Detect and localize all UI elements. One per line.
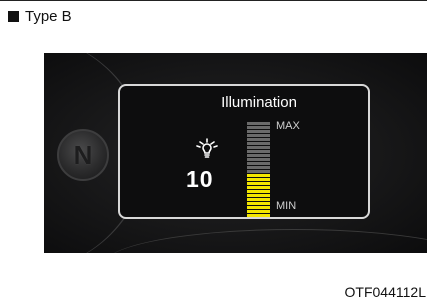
level-segment [247, 162, 270, 165]
instrument-cluster-panel: N Illumination 10 MAX MIN [44, 53, 427, 253]
figure-code: OTF044112L [344, 284, 426, 300]
level-segment [247, 134, 270, 137]
bullet-square-icon [8, 10, 19, 22]
level-segment [247, 158, 270, 161]
min-label: MIN [276, 200, 297, 212]
level-segment [247, 170, 270, 173]
illumination-level-value: 10 [186, 166, 214, 192]
display-title: Illumination [221, 94, 297, 111]
max-label: MAX [276, 120, 300, 132]
illumination-display: Illumination 10 MAX MIN [118, 84, 370, 219]
level-segment [247, 194, 270, 197]
level-segment [247, 206, 270, 209]
figure-caption: Type B [8, 5, 72, 27]
level-segment [247, 202, 270, 205]
level-segment [247, 130, 270, 133]
level-segment [247, 142, 270, 145]
level-segment [247, 166, 270, 169]
level-segment [247, 186, 270, 189]
level-segment [247, 122, 270, 125]
illumination-lamp-icon [196, 138, 218, 158]
n-knob-icon: N [57, 129, 109, 181]
level-segment [247, 190, 270, 193]
level-segment [247, 138, 270, 141]
level-segment [247, 198, 270, 201]
level-segment [247, 174, 270, 177]
figure-frame: Type B N Illumination 10 MAX MIN OTF0441… [0, 0, 427, 300]
level-segment [247, 150, 270, 153]
level-segment [247, 146, 270, 149]
level-segment [247, 178, 270, 181]
level-segment [247, 210, 270, 213]
level-segment [247, 214, 270, 217]
caption-text: Type B [25, 7, 72, 25]
level-segment [247, 182, 270, 185]
level-segment [247, 126, 270, 129]
level-segment [247, 154, 270, 157]
illumination-level-bar [247, 121, 270, 217]
